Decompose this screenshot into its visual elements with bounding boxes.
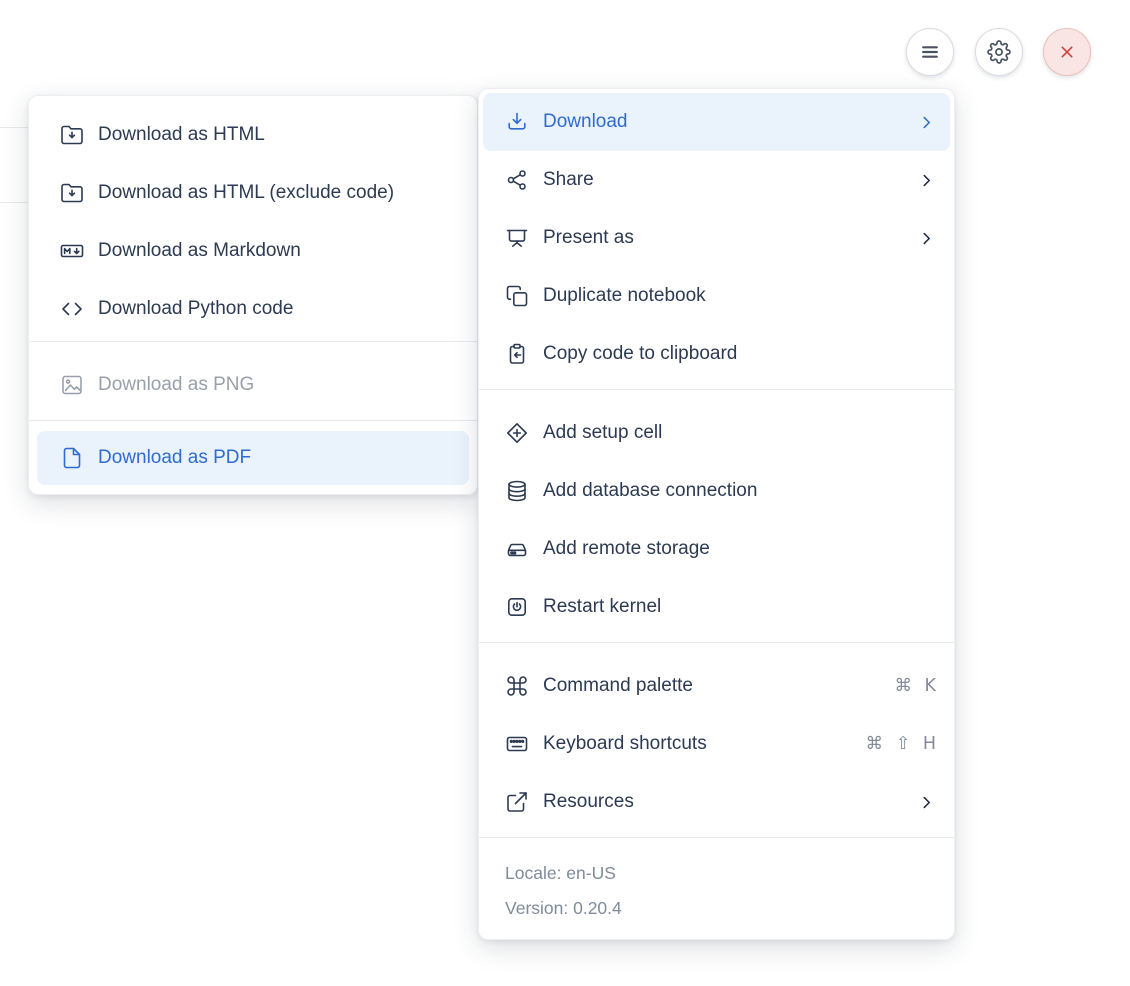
file-icon — [60, 446, 84, 470]
menu-item-download-as-png: Download as PNG — [29, 356, 477, 414]
shortcut-hint: ⌘ K — [894, 676, 936, 696]
menu-item-download-as-pdf[interactable]: Download as PDF — [37, 431, 469, 485]
menu-item-label: Add database connection — [543, 480, 758, 501]
locale-info: Locale: en-US — [505, 863, 616, 883]
menu-section-add: Add setup cell Add database connection A… — [479, 396, 954, 636]
menu-item-label: Download Python code — [98, 298, 294, 319]
menu-item-label: Duplicate notebook — [543, 285, 706, 306]
chevron-right-icon — [917, 113, 936, 132]
share-icon — [505, 168, 529, 192]
image-icon — [60, 373, 84, 397]
remote-storage-icon — [505, 537, 529, 561]
close-button[interactable] — [1043, 28, 1091, 76]
menu-item-add-database-connection[interactable]: Add database connection — [479, 462, 954, 520]
present-icon — [505, 226, 529, 250]
menu-item-label: Download — [543, 111, 628, 132]
menu-item-label: Command palette — [543, 675, 693, 696]
menu-item-download-as-html[interactable]: Download as HTML — [29, 106, 477, 164]
close-icon — [1055, 40, 1079, 64]
markdown-icon — [60, 239, 84, 263]
menu-item-label: Download as PDF — [98, 447, 252, 468]
menu-item-duplicate-notebook[interactable]: Duplicate notebook — [479, 267, 954, 325]
database-icon — [505, 479, 529, 503]
toolbar — [906, 28, 1091, 76]
menu-item-command-palette[interactable]: Command palette ⌘ K — [479, 657, 954, 715]
menu-item-add-remote-storage[interactable]: Add remote storage — [479, 520, 954, 578]
menu-footer: Locale: en-US Version: 0.20.4 — [479, 844, 954, 939]
add-setup-cell-icon — [505, 421, 529, 445]
command-icon — [505, 674, 529, 698]
notebook-menu: Download Share Present as Duplicate note… — [478, 88, 955, 940]
menu-item-download-as-markdown[interactable]: Download as Markdown — [29, 222, 477, 280]
menu-item-share[interactable]: Share — [479, 151, 954, 209]
chevron-right-icon — [917, 171, 936, 190]
external-link-icon — [505, 790, 529, 814]
hamburger-icon — [918, 40, 942, 64]
menu-item-label: Copy code to clipboard — [543, 343, 738, 364]
chevron-right-icon — [917, 229, 936, 248]
clipboard-copy-icon — [505, 342, 529, 366]
menu-item-label: Download as HTML (exclude code) — [98, 182, 395, 203]
gear-icon — [987, 40, 1011, 64]
menu-section-actions: Download Share Present as Duplicate note… — [479, 93, 954, 383]
menu-item-download-as-html-exclude-code[interactable]: Download as HTML (exclude code) — [29, 164, 477, 222]
menu-item-add-setup-cell[interactable]: Add setup cell — [479, 404, 954, 462]
download-icon — [505, 110, 529, 134]
duplicate-icon — [505, 284, 529, 308]
menu-item-download[interactable]: Download — [483, 93, 950, 151]
menu-item-label: Download as Markdown — [98, 240, 301, 261]
menu-item-label: Download as PNG — [98, 374, 255, 395]
code-icon — [60, 297, 84, 321]
menu-item-resources[interactable]: Resources — [479, 773, 954, 831]
page-divider-line — [0, 202, 29, 203]
folder-download-icon — [60, 123, 84, 147]
menu-item-label: Keyboard shortcuts — [543, 733, 707, 754]
menu-item-label: Download as HTML — [98, 124, 265, 145]
settings-button[interactable] — [974, 28, 1023, 76]
menu-item-label: Add setup cell — [543, 422, 663, 443]
menu-item-label: Present as — [543, 227, 634, 248]
restart-kernel-icon — [505, 595, 529, 619]
separator — [29, 420, 477, 421]
menu-item-download-python-code[interactable]: Download Python code — [29, 280, 477, 338]
folder-download-icon — [60, 181, 84, 205]
separator — [479, 837, 954, 838]
menu-item-label: Restart kernel — [543, 596, 662, 617]
hamburger-menu-button[interactable] — [906, 28, 954, 76]
menu-item-present-as[interactable]: Present as — [479, 209, 954, 267]
separator — [479, 389, 954, 390]
page-divider-line — [0, 127, 29, 128]
keyboard-icon — [505, 732, 529, 756]
menu-item-keyboard-shortcuts[interactable]: Keyboard shortcuts ⌘ ⇧ H — [479, 715, 954, 773]
chevron-right-icon — [917, 793, 936, 812]
menu-item-label: Resources — [543, 791, 634, 812]
version-info: Version: 0.20.4 — [505, 898, 622, 918]
separator — [479, 642, 954, 643]
menu-item-label: Add remote storage — [543, 538, 710, 559]
menu-item-copy-code-to-clipboard[interactable]: Copy code to clipboard — [479, 325, 954, 383]
separator — [29, 341, 477, 342]
menu-item-label: Share — [543, 169, 594, 190]
menu-section-help: Command palette ⌘ K Keyboard shortcuts ⌘… — [479, 649, 954, 831]
shortcut-hint: ⌘ ⇧ H — [865, 734, 936, 754]
menu-item-restart-kernel[interactable]: Restart kernel — [479, 578, 954, 636]
download-submenu: Download as HTML Download as HTML (exclu… — [28, 95, 478, 495]
